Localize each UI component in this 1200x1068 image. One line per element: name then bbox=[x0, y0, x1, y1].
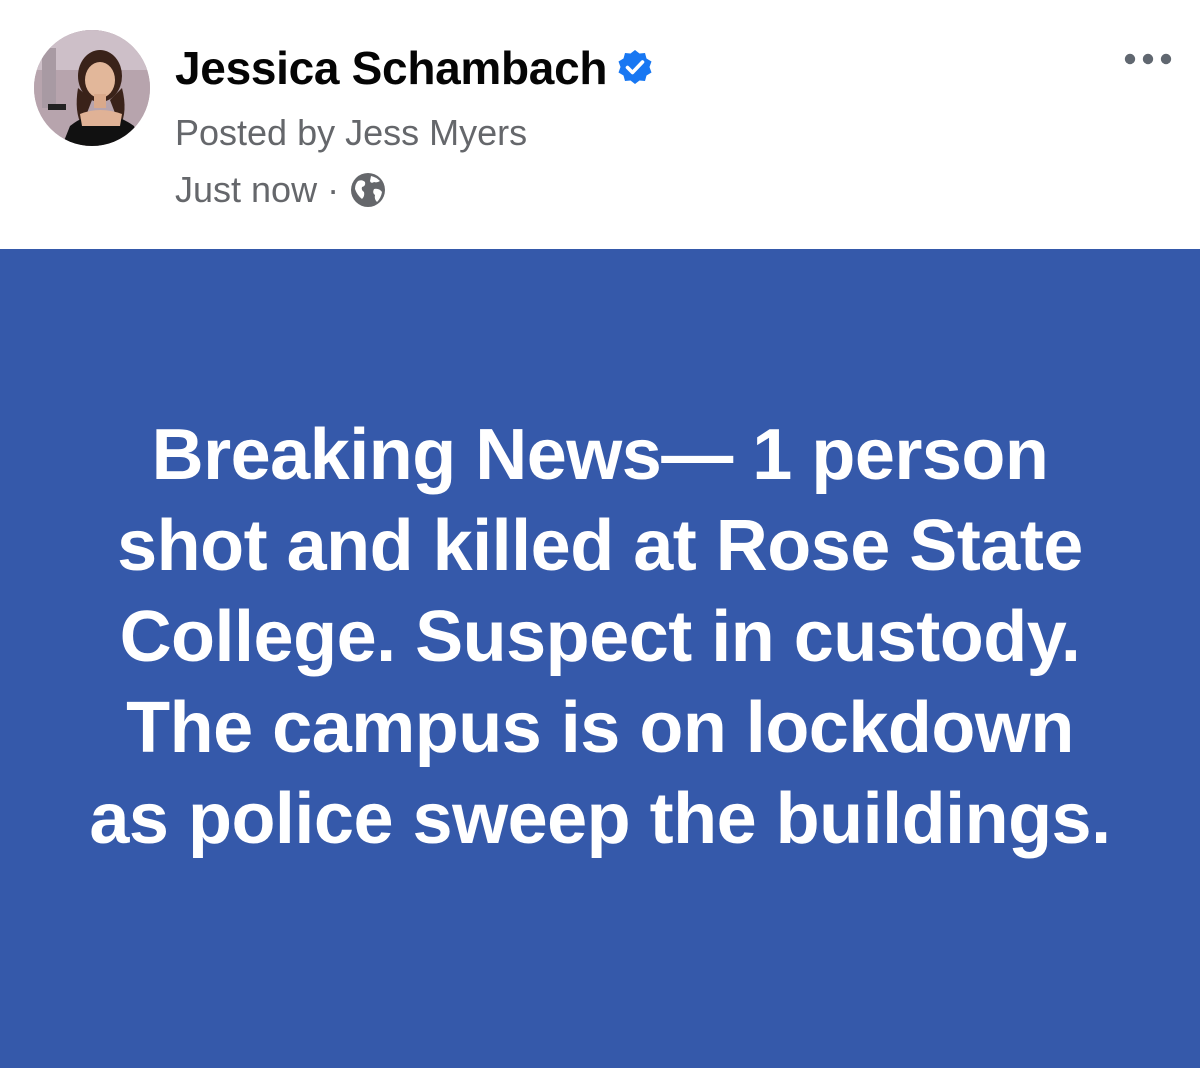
posted-by-label: Posted by Jess Myers bbox=[175, 112, 528, 153]
post-content-background: Breaking News— 1 person shot and killed … bbox=[0, 249, 1200, 1068]
post-meta: Just now · bbox=[175, 166, 387, 214]
author-name[interactable]: Jessica Schambach bbox=[175, 41, 607, 95]
facebook-post: Jessica Schambach Posted by Jess Myers J… bbox=[0, 0, 1200, 1068]
meta-separator: · bbox=[327, 169, 340, 210]
post-content-text: Breaking News— 1 person shot and killed … bbox=[89, 415, 1111, 859]
post-timestamp[interactable]: Just now bbox=[175, 169, 317, 211]
post-header: Jessica Schambach Posted by Jess Myers J… bbox=[0, 0, 1200, 249]
profile-photo bbox=[34, 30, 150, 146]
author-line: Jessica Schambach bbox=[175, 38, 655, 98]
globe-icon[interactable] bbox=[349, 171, 387, 209]
more-options-icon[interactable] bbox=[1122, 44, 1174, 74]
author-avatar[interactable] bbox=[34, 30, 150, 146]
verified-badge-icon bbox=[615, 48, 655, 88]
